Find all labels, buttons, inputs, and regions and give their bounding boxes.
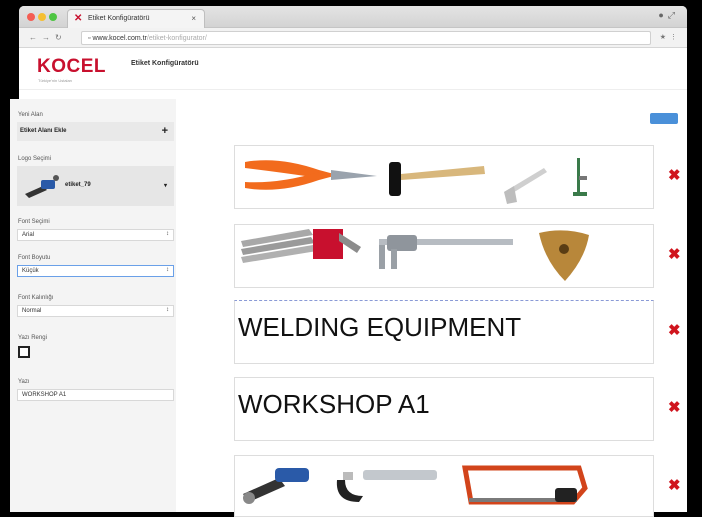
vernier-caliper-icon xyxy=(379,235,513,269)
maximize-window-dot[interactable] xyxy=(49,13,57,21)
minimize-window-dot[interactable] xyxy=(38,13,46,21)
angle-square-icon xyxy=(504,168,547,204)
font-weight-select[interactable]: Normal xyxy=(17,305,174,317)
tab-bar: ✕ Etiket Konfigüratörü × ●⤢ xyxy=(19,6,687,28)
config-sidebar: Yeni Alan Etiket Alanı Ekle + Logo Seçim… xyxy=(10,99,176,512)
window-controls: ●⤢ xyxy=(658,10,679,21)
text-color-swatch[interactable] xyxy=(18,346,30,358)
tool-images-5 xyxy=(243,465,588,505)
url-host: www.kocel.com.tr xyxy=(92,35,147,42)
font-select[interactable]: Arial xyxy=(17,229,174,241)
add-field-text: Etiket Alanı Ekle xyxy=(20,128,67,134)
back-icon[interactable]: ← xyxy=(29,33,42,42)
new-field-label: Yeni Alan xyxy=(18,112,43,118)
profile-icon[interactable]: ● xyxy=(658,10,667,20)
nav-buttons: ←→↻ xyxy=(29,33,67,42)
logo-select[interactable]: etiket_79 ▾ xyxy=(17,166,174,206)
micrometer-icon xyxy=(336,470,437,502)
logo-select-label: Logo Seçimi xyxy=(18,156,52,162)
delete-label-2-icon[interactable]: ✖ xyxy=(668,245,681,263)
angle-grinder-icon xyxy=(243,468,309,504)
label-card-4[interactable]: WORKSHOP A1 xyxy=(234,377,654,441)
font-weight-label: Font Kalınlığı xyxy=(18,295,54,301)
label-card-3[interactable]: WELDING EQUIPMENT xyxy=(234,300,654,364)
kocel-favicon-icon: ✕ xyxy=(74,13,83,24)
tab-title: Etiket Konfigüratörü xyxy=(88,15,150,22)
font-size-label: Font Boyutu xyxy=(18,255,51,261)
delete-label-4-icon[interactable]: ✖ xyxy=(668,398,681,416)
label-text-4: WORKSHOP A1 xyxy=(238,389,430,419)
label-card-1[interactable] xyxy=(234,145,654,209)
app-header: KOCEL Türkiye'nin Ustaları Etiket Konfig… xyxy=(19,48,687,90)
text-input[interactable]: WORKSHOP A1 xyxy=(17,389,174,401)
delete-label-5-icon[interactable]: ✖ xyxy=(668,476,681,494)
address-bar: ←→↻ ▫ www.kocel.com.tr/etiket-konfigurat… xyxy=(19,28,687,48)
caliper-gauge-icon xyxy=(573,158,587,196)
browser-tab[interactable]: ✕ Etiket Konfigüratörü × xyxy=(67,9,205,28)
menu-icon[interactable]: ⋮ xyxy=(670,34,681,41)
font-select-label: Font Seçimi xyxy=(18,219,50,225)
angle-grinder-thumb-icon xyxy=(25,175,59,198)
hex-key-set-icon xyxy=(241,229,361,263)
delete-label-3-icon[interactable]: ✖ xyxy=(668,321,681,339)
text-color-label: Yazı Rengi xyxy=(18,335,47,341)
url-path: /etiket-konfigurator/ xyxy=(146,35,207,42)
font-size-select[interactable]: Küçük xyxy=(17,265,174,277)
hammer-icon xyxy=(389,162,485,196)
bookmark-icon[interactable]: ★ xyxy=(660,34,670,41)
delete-label-1-icon[interactable]: ✖ xyxy=(668,166,681,184)
text-label: Yazı xyxy=(18,379,30,385)
reload-icon[interactable]: ↻ xyxy=(55,33,67,42)
pliers-icon xyxy=(245,160,377,190)
tool-images-1 xyxy=(245,158,587,204)
forward-icon[interactable]: → xyxy=(42,33,55,42)
close-window-dot[interactable] xyxy=(27,13,35,21)
save-button[interactable] xyxy=(650,113,678,124)
extensions: ★⋮ xyxy=(660,33,681,41)
logo-select-value: etiket_79 xyxy=(65,182,91,188)
page-title: Etiket Konfigüratörü xyxy=(131,60,199,67)
label-card-2[interactable] xyxy=(234,224,654,288)
hacksaw-icon xyxy=(462,465,588,505)
url-field[interactable]: ▫ www.kocel.com.tr/etiket-konfigurator/ xyxy=(81,31,651,45)
insert-tip-icon xyxy=(539,230,589,281)
label-text-3: WELDING EQUIPMENT xyxy=(238,312,522,342)
resize-icon[interactable]: ⤢ xyxy=(668,10,679,20)
logo-tagline: Türkiye'nin Ustaları xyxy=(38,78,73,83)
kocel-logo: KOCEL xyxy=(37,56,106,77)
tool-images-2 xyxy=(241,229,589,281)
plus-icon: + xyxy=(161,125,168,137)
tab-close-icon[interactable]: × xyxy=(191,14,196,23)
chevron-down-icon: ▾ xyxy=(163,183,167,189)
label-card-5[interactable] xyxy=(234,455,654,517)
add-field-button[interactable]: Etiket Alanı Ekle + xyxy=(17,122,174,141)
